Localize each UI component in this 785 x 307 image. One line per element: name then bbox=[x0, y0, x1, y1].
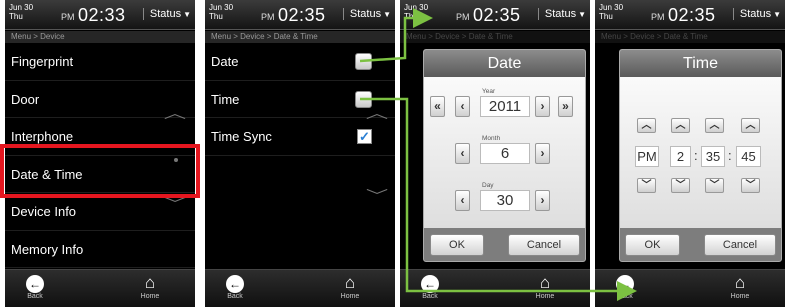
day-field[interactable]: 30 bbox=[480, 190, 530, 211]
caret-down-icon: ▼ bbox=[773, 10, 781, 19]
date-dialog-screen: Jun 30 Thu PM 02:35 Status▼ Menu > Devic… bbox=[400, 0, 590, 307]
hour-down-button[interactable]: ﹀ bbox=[671, 178, 690, 193]
dialog-title: Time bbox=[620, 50, 781, 77]
menu-item-time-sync[interactable]: Time Sync ✓ bbox=[205, 118, 395, 156]
status-bar: Jun 30 Thu PM 02:35 Status ▼ bbox=[595, 0, 785, 30]
month-field[interactable]: 6 bbox=[480, 143, 530, 164]
scroll-up-icon[interactable]: ︿ bbox=[164, 103, 186, 123]
home-button[interactable]: ⌂ Home bbox=[125, 273, 175, 300]
date-dialog: Date « ‹ Year 2011 › » ‹ Month 6 › ‹ Day… bbox=[423, 49, 586, 262]
back-button[interactable]: ← Back bbox=[600, 273, 650, 300]
caret-down-icon: ▼ bbox=[383, 10, 391, 19]
month-prev-button[interactable]: ‹ bbox=[455, 143, 470, 164]
caret-down-icon: ▼ bbox=[183, 10, 191, 19]
date-time-screen: Jun 30 Thu PM 02:35 Status ▼ Menu > Devic… bbox=[205, 0, 395, 307]
hour-up-button[interactable]: ︿ bbox=[671, 118, 690, 133]
time-separator: : bbox=[728, 148, 732, 163]
status-bar: Jun 30 Thu PM 02:33 Status ▼ bbox=[5, 0, 195, 30]
ampm-label: PM bbox=[651, 12, 665, 22]
ampm-field[interactable]: PM bbox=[635, 146, 659, 167]
dialog-footer: OK Cancel bbox=[620, 228, 781, 261]
back-icon: ← bbox=[210, 273, 260, 293]
menu-list: Date Time Time Sync ✓ bbox=[205, 43, 395, 156]
back-icon: ← bbox=[600, 273, 650, 293]
menu-item-fingerprint[interactable]: Fingerprint bbox=[5, 43, 195, 81]
home-button[interactable]: ⌂ Home bbox=[520, 273, 570, 300]
clock: 02:35 bbox=[278, 5, 326, 25]
menu-item-date[interactable]: Date bbox=[205, 43, 395, 81]
ampm-up-button[interactable]: ︿ bbox=[637, 118, 656, 133]
scroll-down-icon[interactable]: ︿ bbox=[366, 185, 388, 205]
date-display: Jun 30 Thu bbox=[404, 3, 429, 21]
selection-highlight bbox=[0, 144, 200, 198]
year-next-button[interactable]: › bbox=[535, 96, 550, 117]
status-bar: Jun 30 Thu PM 02:35 Status ▼ bbox=[400, 0, 590, 30]
ampm-label: PM bbox=[61, 12, 75, 22]
status-dropdown[interactable]: Status ▼ bbox=[142, 8, 191, 20]
minute-up-button[interactable]: ︿ bbox=[705, 118, 724, 133]
minute-down-button[interactable]: ﹀ bbox=[705, 178, 724, 193]
menu-item-memory-info[interactable]: Memory Info bbox=[5, 231, 195, 268]
status-dropdown[interactable]: Status ▼ bbox=[537, 8, 586, 20]
back-button[interactable]: ← Back bbox=[405, 273, 455, 300]
day-next-button[interactable]: › bbox=[535, 190, 550, 211]
status-dropdown[interactable]: Status ▼ bbox=[342, 8, 391, 20]
bottom-bar: ← Back ⌂ Home bbox=[205, 269, 395, 307]
home-button[interactable]: ⌂ Home bbox=[715, 273, 765, 300]
status-dropdown[interactable]: Status ▼ bbox=[732, 8, 781, 20]
time-dialog: Time ︿ ︿ ︿ ︿ PM 2 : 35 : 45 ﹀ ﹀ ﹀ ﹀ OK C… bbox=[619, 49, 782, 262]
year-field[interactable]: 2011 bbox=[480, 96, 530, 117]
home-icon: ⌂ bbox=[539, 273, 551, 292]
cancel-button[interactable]: Cancel bbox=[704, 234, 776, 256]
time-sync-checkbox[interactable]: ✓ bbox=[357, 129, 372, 144]
cancel-button[interactable]: Cancel bbox=[508, 234, 580, 256]
ok-button[interactable]: OK bbox=[625, 234, 680, 256]
month-label: Month bbox=[482, 135, 501, 142]
status-bar: Jun 30 Thu PM 02:35 Status ▼ bbox=[205, 0, 395, 30]
back-button[interactable]: ← Back bbox=[10, 273, 60, 300]
dialog-title: Date bbox=[424, 50, 585, 77]
day-label: Day bbox=[482, 182, 494, 189]
back-button[interactable]: ← Back bbox=[210, 273, 260, 300]
breadcrumb: Menu > Device > Date & Time bbox=[205, 31, 395, 43]
bottom-bar: ← Back ⌂ Home bbox=[400, 269, 590, 307]
ampm-label: PM bbox=[261, 12, 275, 22]
year-prev-button[interactable]: ‹ bbox=[455, 96, 470, 117]
date-display: Jun 30 Thu bbox=[9, 3, 34, 21]
scroll-up-icon[interactable]: ︿ bbox=[366, 103, 388, 123]
second-up-button[interactable]: ︿ bbox=[741, 118, 760, 133]
home-icon: ⌂ bbox=[734, 273, 746, 292]
caret-down-icon: ▼ bbox=[578, 10, 586, 19]
breadcrumb: Menu > Device bbox=[5, 31, 195, 43]
ampm-down-button[interactable]: ﹀ bbox=[637, 178, 656, 193]
bottom-bar: ← Back ⌂ Home bbox=[5, 269, 195, 307]
second-down-button[interactable]: ﹀ bbox=[741, 178, 760, 193]
back-icon: ← bbox=[405, 273, 455, 293]
minute-field[interactable]: 35 bbox=[701, 146, 725, 167]
dialog-footer: OK Cancel bbox=[424, 228, 585, 261]
year-fast-back-button[interactable]: « bbox=[430, 96, 445, 117]
clock: 02:33 bbox=[78, 5, 126, 25]
back-icon: ← bbox=[10, 273, 60, 293]
clock: 02:35 bbox=[668, 5, 716, 25]
ok-button[interactable]: OK bbox=[430, 234, 484, 256]
date-display: Jun 30 Thu bbox=[209, 3, 234, 21]
hour-field[interactable]: 2 bbox=[670, 146, 691, 167]
time-separator: : bbox=[694, 148, 698, 163]
time-dialog-screen: Jun 30 Thu PM 02:35 Status▼ Menu > Devic… bbox=[595, 0, 785, 307]
clock: 02:35 bbox=[473, 5, 521, 25]
ampm-label: PM bbox=[456, 12, 470, 22]
home-button[interactable]: ⌂ Home bbox=[325, 273, 375, 300]
month-next-button[interactable]: › bbox=[535, 143, 550, 164]
date-display: Jun 30 Thu bbox=[599, 3, 624, 21]
year-label: Year bbox=[482, 88, 496, 95]
bottom-bar: ← Back ⌂ Home bbox=[595, 269, 785, 307]
second-field[interactable]: 45 bbox=[736, 146, 761, 167]
day-prev-button[interactable]: ‹ bbox=[455, 190, 470, 211]
edit-date-button[interactable] bbox=[355, 53, 372, 70]
home-icon: ⌂ bbox=[344, 273, 356, 292]
year-fast-forward-button[interactable]: » bbox=[558, 96, 573, 117]
home-icon: ⌂ bbox=[144, 273, 156, 292]
